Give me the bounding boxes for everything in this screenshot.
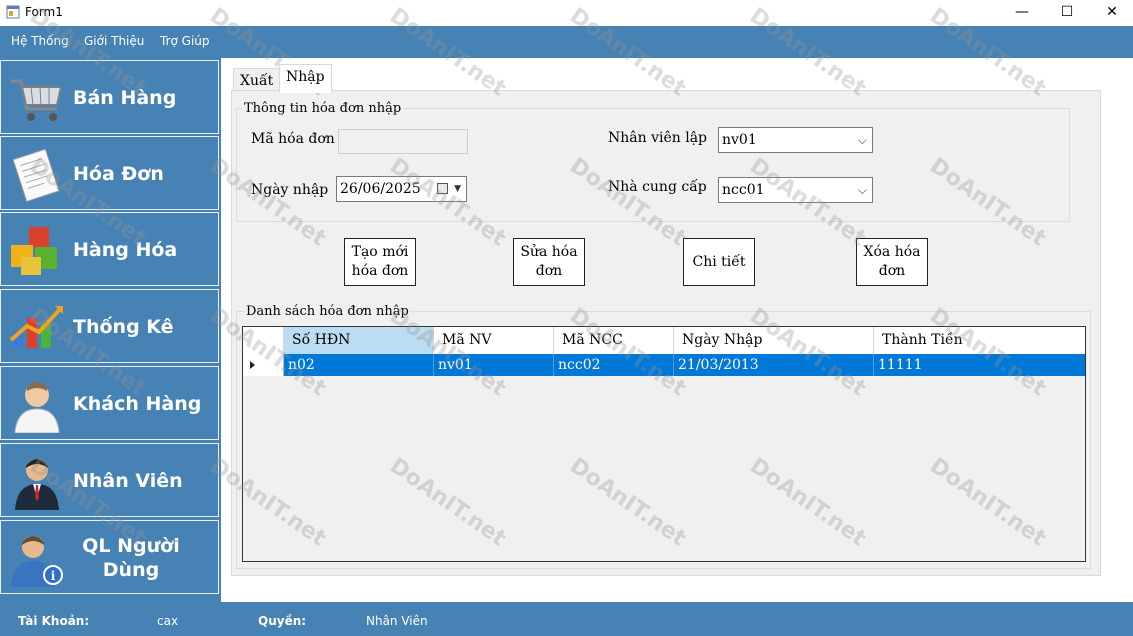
invoice-info-groupbox (236, 108, 1070, 222)
tab-nhap[interactable]: Nhập (279, 64, 332, 93)
sidebar-item-hoa-don[interactable]: Hóa Đơn (0, 136, 219, 210)
invoice-list-title: Danh sách hóa đơn nhập (244, 304, 411, 319)
invoice-info-title: Thông tin hóa đơn nhập (242, 101, 404, 116)
supplier-label: Nhà cung cấp (608, 179, 707, 195)
employee-label: Nhân viên lập (608, 130, 708, 146)
role-label: Quyền: (258, 614, 307, 628)
invoice-id-label: Mã hóa đơn (251, 131, 335, 147)
sidebar-item-label: Thống Kê (73, 316, 174, 338)
customer-icon (14, 382, 60, 433)
chevron-down-icon: ▼ (454, 184, 461, 194)
grid-corner-header (243, 327, 284, 354)
sidebar-item-ql-nguoi-dung[interactable]: i QL Người Dùng (0, 520, 219, 594)
table-row[interactable]: n02 nv01 ncc02 21/03/2013 11111 (243, 354, 1085, 376)
column-header-ngay-nhap[interactable]: Ngày Nhập (674, 327, 874, 354)
menu-gioi-thieu[interactable]: Giới Thiệu (84, 34, 144, 48)
account-value: cax (157, 614, 179, 628)
date-label: Ngày nhập (251, 182, 329, 198)
chevron-down-icon: ⌵ (857, 183, 867, 197)
calendar-icon (437, 183, 448, 194)
shopping-cart-icon (11, 79, 63, 121)
chevron-down-icon: ⌵ (857, 133, 867, 147)
supplier-combobox[interactable]: ncc01 ⌵ (718, 177, 873, 203)
button-label: Chi tiết (692, 253, 746, 270)
employee-icon (15, 459, 59, 510)
cell-so-hdn[interactable]: n02 (284, 354, 434, 376)
invoice-icon (12, 148, 60, 203)
window-titlebar: Form1 — ☐ ✕ (0, 0, 1133, 26)
invoice-datagrid[interactable]: Số HĐN Mã NV Mã NCC Ngày Nhập Thành Tiền… (242, 326, 1086, 562)
maximize-button[interactable]: ☐ (1044, 0, 1090, 26)
menu-he-thong[interactable]: Hệ Thống (11, 34, 69, 48)
sidebar-item-khach-hang[interactable]: Khách Hàng (0, 366, 219, 440)
sidebar-item-thong-ke[interactable]: Thống Kê (0, 289, 219, 363)
sidebar-item-ban-hang[interactable]: Bán Hàng (0, 60, 219, 134)
sidebar-item-hang-hoa[interactable]: Hàng Hóa (0, 212, 219, 286)
date-value: 26/06/2025 (340, 181, 421, 197)
window-title: Form1 (25, 5, 63, 19)
grid-header-row: Số HĐN Mã NV Mã NCC Ngày Nhập Thành Tiền (243, 327, 1085, 355)
cell-ma-nv[interactable]: nv01 (434, 354, 554, 376)
date-picker[interactable]: 26/06/2025 ▼ (336, 176, 467, 202)
goods-boxes-icon (11, 227, 57, 275)
employee-combobox[interactable]: nv01 ⌵ (718, 127, 873, 153)
cell-thanh-tien[interactable]: 11111 (874, 354, 1085, 376)
svg-text:i: i (51, 569, 56, 583)
app-icon (6, 5, 20, 19)
button-label-line: Sửa hóa (520, 244, 578, 260)
cell-ngay-nhap[interactable]: 21/03/2013 (674, 354, 874, 376)
row-header[interactable] (243, 354, 284, 376)
user-management-icon: i (11, 536, 63, 587)
column-header-ma-nv[interactable]: Mã NV (434, 327, 554, 354)
edit-invoice-button[interactable]: Sửa hóa đơn (513, 238, 585, 286)
button-label-line: đơn (535, 263, 563, 279)
menu-bar: Hệ Thống Giới Thiệu Trợ Giúp (0, 26, 1133, 58)
sidebar-item-label: Hóa Đơn (73, 163, 164, 185)
role-value: Nhân Viên (366, 614, 428, 628)
column-header-thanh-tien[interactable]: Thành Tiền (874, 327, 1085, 354)
cell-ma-ncc[interactable]: ncc02 (554, 354, 674, 376)
status-bar: Tài Khoản: cax Quyền: Nhân Viên (0, 602, 1133, 636)
menu-tro-giup[interactable]: Trợ Giúp (160, 34, 210, 48)
minimize-button[interactable]: — (999, 0, 1045, 26)
sidebar-item-label: Bán Hàng (73, 87, 177, 109)
employee-value: nv01 (722, 132, 757, 148)
sidebar-item-label: Khách Hàng (73, 393, 202, 415)
button-label-line: đơn (878, 263, 906, 279)
button-label-line: Xóa hóa (863, 244, 921, 260)
button-label-line: hóa đơn (351, 263, 409, 279)
sidebar-item-label: QL Người Dùng (82, 535, 180, 581)
sidebar-item-nhan-vien[interactable]: Nhân Viên (0, 443, 219, 517)
invoice-id-field[interactable] (338, 129, 468, 154)
statistics-chart-icon (9, 306, 63, 348)
detail-button[interactable]: Chi tiết (683, 238, 755, 286)
supplier-value: ncc01 (722, 182, 765, 198)
row-pointer-icon (250, 361, 255, 369)
create-invoice-button[interactable]: Tạo mới hóa đơn (344, 238, 416, 286)
close-button[interactable]: ✕ (1089, 0, 1133, 26)
column-header-ma-ncc[interactable]: Mã NCC (554, 327, 674, 354)
sidebar-item-label: Nhân Viên (73, 470, 183, 492)
account-label: Tài Khoản: (18, 614, 90, 628)
sidebar-item-label: Hàng Hóa (73, 239, 178, 261)
button-label-line: Tạo mới (351, 244, 409, 260)
column-header-so-hdn[interactable]: Số HĐN (284, 327, 434, 354)
delete-invoice-button[interactable]: Xóa hóa đơn (856, 238, 928, 286)
sidebar: Bán Hàng Hóa Đơn Hàng Hóa Thống Kê Khách… (0, 58, 221, 602)
